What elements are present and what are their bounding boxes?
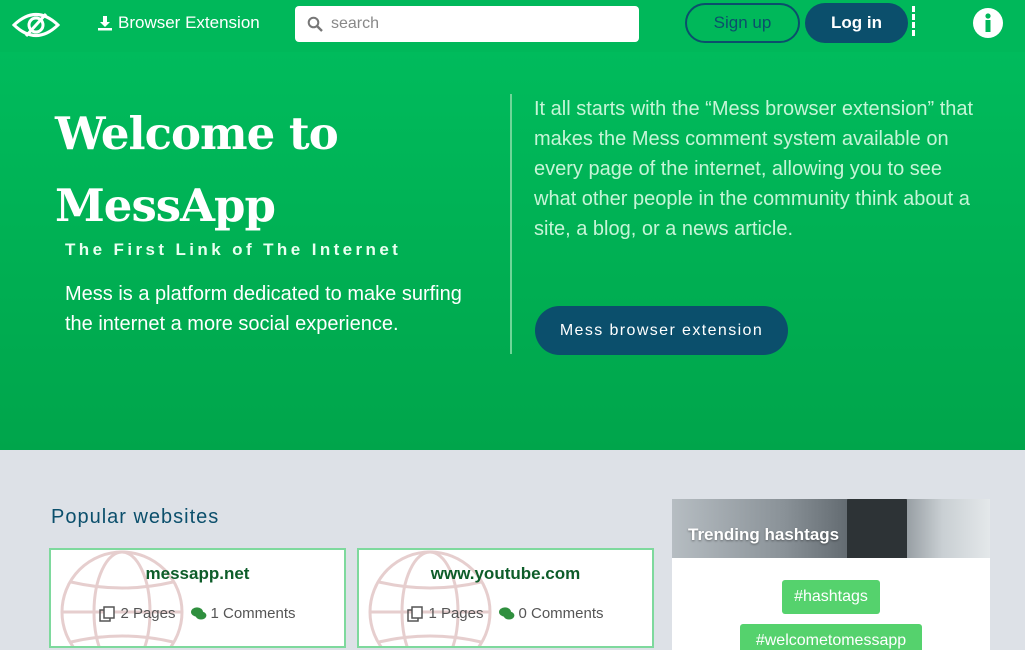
pages-count: 1 Pages bbox=[428, 605, 484, 622]
hero-tagline: The First Link of The Internet bbox=[65, 240, 402, 259]
sign-up-button[interactable]: Sign up bbox=[685, 3, 800, 43]
pages-count: 2 Pages bbox=[120, 605, 176, 622]
comments-icon bbox=[498, 606, 514, 619]
phone-image bbox=[847, 499, 907, 558]
comments-count: 0 Comments bbox=[518, 605, 604, 622]
hero-divider bbox=[510, 94, 512, 354]
trending-header-image: Trending hashtags bbox=[672, 499, 990, 558]
hero-section: Welcome to MessApp The First Link of The… bbox=[0, 52, 1025, 450]
mess-extension-button[interactable]: Mess browser extension bbox=[535, 306, 788, 355]
hero-description: Mess is a platform dedicated to make sur… bbox=[65, 283, 462, 335]
hero-title: Welcome to MessApp bbox=[55, 98, 475, 242]
pages-stat: 1 Pages bbox=[407, 605, 484, 622]
hero-title-line1: Welcome to bbox=[55, 107, 339, 160]
trending-title: Trending hashtags bbox=[688, 525, 840, 544]
website-name: www.youtube.com bbox=[430, 564, 581, 583]
comments-icon bbox=[190, 606, 206, 619]
website-stats: 2 Pages 1 Comments bbox=[51, 605, 344, 622]
download-icon bbox=[98, 16, 112, 31]
globe-icon bbox=[60, 550, 184, 646]
hashtag-chip[interactable]: #hashtags bbox=[782, 580, 880, 614]
log-in-button[interactable]: Log in bbox=[805, 3, 908, 43]
trending-hashtags-panel: Trending hashtags #hashtags #welcometome… bbox=[672, 499, 990, 650]
browser-extension-link[interactable]: Browser Extension bbox=[97, 13, 260, 33]
comments-stat: 1 Comments bbox=[190, 605, 296, 622]
website-card[interactable]: messapp.net 2 Pages 1 Comments bbox=[49, 548, 346, 648]
search-box bbox=[295, 6, 639, 42]
comments-stat: 0 Comments bbox=[498, 605, 604, 622]
info-icon[interactable] bbox=[972, 7, 1004, 39]
hero-title-line2: MessApp bbox=[55, 179, 276, 232]
website-name: messapp.net bbox=[145, 564, 250, 583]
website-card[interactable]: www.youtube.com 1 Pages 0 Comments bbox=[357, 548, 654, 648]
popular-websites-heading: Popular websites bbox=[51, 506, 220, 528]
pages-icon bbox=[99, 605, 116, 622]
search-input[interactable] bbox=[331, 15, 621, 33]
extension-description: It all starts with the “Mess browser ext… bbox=[534, 98, 974, 240]
comments-count: 1 Comments bbox=[210, 605, 296, 622]
menu-divider bbox=[912, 6, 915, 36]
browser-extension-label: Browser Extension bbox=[118, 13, 260, 32]
website-stats: 1 Pages 0 Comments bbox=[359, 605, 652, 622]
pages-stat: 2 Pages bbox=[99, 605, 176, 622]
globe-icon bbox=[368, 550, 492, 646]
pages-icon bbox=[407, 605, 424, 622]
eye-logo-icon[interactable] bbox=[12, 8, 60, 42]
hashtag-chip[interactable]: #welcometomessapp bbox=[740, 624, 922, 650]
search-icon bbox=[307, 16, 323, 32]
top-navbar: Browser Extension Sign up Log in bbox=[0, 0, 1025, 52]
